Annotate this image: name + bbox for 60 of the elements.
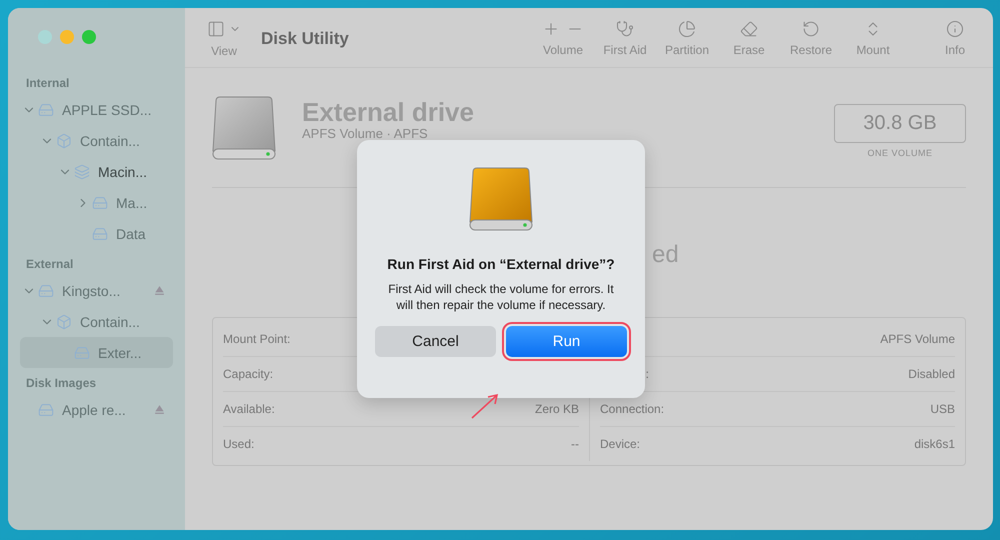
toolbar-button[interactable]: Volume [537,8,589,57]
annotation-arrow [470,392,500,420]
info-label: Mount Point: [223,332,290,346]
pie-chart-icon [678,20,696,38]
sidebar-item[interactable]: Kingsto... [20,275,173,306]
dialog-title: Run First Aid on “External drive”? [387,256,615,272]
info-icon [946,20,964,38]
drive-icon [38,102,54,118]
eraser-icon [740,20,758,38]
info-value: Disabled [908,367,955,381]
cancel-button[interactable]: Cancel [375,326,496,357]
cube-icon [56,314,72,330]
restore-icon [802,20,820,38]
stethoscope-icon [616,20,634,38]
info-label: Connection: [600,402,664,416]
info-value: -- [571,437,579,451]
section-title: External [25,256,74,273]
info-label: Capacity: [223,367,274,381]
sidebar-icon [207,20,225,38]
info-value: disk6s1 [914,437,955,451]
drive-icon [74,344,90,360]
sidebar-item[interactable]: APPLE SSD... [20,94,173,125]
toolbar-button[interactable]: Mount [847,8,899,57]
sidebar-item[interactable]: Apple re... [20,394,173,425]
sidebar-item[interactable]: Ma... [20,187,173,218]
volume-size: 30.8 GB [834,104,966,143]
section-title: Internal [25,75,70,92]
zoom-button[interactable] [82,30,96,44]
cube-icon [56,132,72,148]
external-drive-icon [469,166,533,232]
toolbar-button[interactable]: Restore [785,8,837,57]
section-title: Disk Images [25,375,98,392]
layers-icon [74,164,90,180]
sidebar-item[interactable]: Data [20,218,173,249]
info-value: Zero KB [534,402,579,416]
info-label: Device: [600,437,640,451]
toolbar-button[interactable]: Erase [723,8,775,57]
info-value: USB [930,402,955,416]
size-caption: ONE VOLUME [867,148,932,158]
dialog-message: First Aid will check the volume for errors. It will then repair the volume if necessary. [387,281,615,313]
window-title: Disk Utility [261,29,350,49]
info-label: Used: [223,437,254,451]
run-button[interactable]: Run [506,326,627,357]
info-label: : [644,367,649,381]
sidebar-item[interactable]: Contain... [20,125,173,156]
drive-icon [38,282,54,298]
view-button[interactable]: View [207,8,241,58]
toolbar-button[interactable]: Partition [661,8,713,57]
drive-icon [38,402,54,418]
toolbar-button[interactable]: First Aid [599,8,651,57]
external-drive-icon [212,95,276,161]
sidebar-item[interactable]: Macin... [20,156,173,187]
sidebar-item[interactable]: Contain... [20,306,173,337]
info-value: APFS Volume [880,332,955,346]
info-label: Available: [223,402,275,416]
volume-type: APFS Volume · APFS [302,126,429,141]
toolbar-button[interactable]: Info [929,8,981,57]
sidebar-item[interactable]: Exter... [20,337,173,368]
drive-icon [92,226,108,242]
drive-icon [92,194,108,210]
